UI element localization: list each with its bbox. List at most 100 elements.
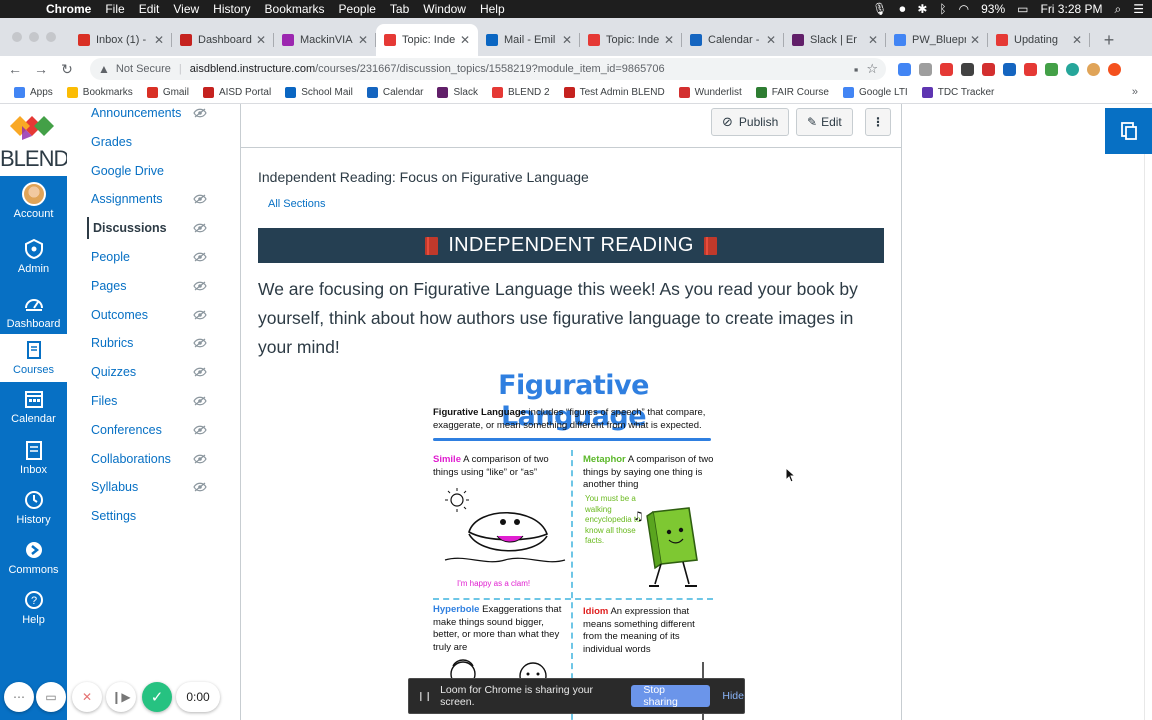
zoom-window-button[interactable] xyxy=(46,32,56,42)
menu-people[interactable]: People xyxy=(339,2,376,16)
bookmark-item[interactable]: Bookmarks xyxy=(66,87,133,98)
nav-dashboard[interactable]: Dashboard xyxy=(0,293,67,330)
puzzle-extension-icon[interactable] xyxy=(1045,62,1058,76)
close-tab-icon[interactable]: ✕ xyxy=(562,33,572,47)
publish-button[interactable]: ⊘ Publish xyxy=(711,108,790,136)
bookmark-item[interactable]: Calendar xyxy=(366,87,423,98)
browser-tab[interactable]: Updating ✕ xyxy=(988,24,1090,56)
bookmark-item[interactable]: Google LTI xyxy=(842,87,908,98)
menu-view[interactable]: View xyxy=(173,2,199,16)
url-text[interactable]: aisdblend.instructure.com/courses/231667… xyxy=(190,63,846,75)
close-tab-icon[interactable]: ✕ xyxy=(460,33,470,47)
bookmark-item[interactable]: Test Admin BLEND xyxy=(563,87,665,98)
battery-icon[interactable]: ▭ xyxy=(1017,2,1028,16)
stop-sharing-button[interactable]: Stop sharing xyxy=(631,684,711,708)
cancel-recording-icon[interactable]: ✕ xyxy=(72,682,102,712)
close-tab-icon[interactable]: ✕ xyxy=(358,33,368,47)
browser-tab[interactable]: MackinVIA ✕ xyxy=(274,24,376,56)
address-bar[interactable]: ▲ Not Secure | aisdblend.instructure.com… xyxy=(90,58,886,80)
tab-extension-icon[interactable] xyxy=(1003,62,1016,76)
loom-extension-icon[interactable] xyxy=(1108,62,1121,76)
course-nav-item[interactable]: People xyxy=(91,250,130,264)
course-nav-item[interactable]: Pages xyxy=(91,279,126,293)
course-nav-item[interactable]: Grades xyxy=(91,135,132,149)
nav-commons[interactable]: Commons xyxy=(0,539,67,576)
menu-window[interactable]: Window xyxy=(423,2,466,16)
cursor-extension-icon[interactable] xyxy=(1024,62,1037,76)
wifi-icon[interactable]: ◠ xyxy=(959,2,969,16)
bookmark-item[interactable]: Slack xyxy=(437,87,478,98)
course-nav-item[interactable]: Rubrics xyxy=(91,336,133,350)
nav-inbox[interactable]: Inbox xyxy=(0,439,67,476)
s-extension-icon[interactable] xyxy=(961,62,974,76)
bookmark-item[interactable]: School Mail xyxy=(285,87,353,98)
hide-button[interactable]: Hide xyxy=(722,690,744,702)
bluetooth-icon[interactable]: ᛒ xyxy=(939,2,946,16)
browser-tab[interactable]: Topic: Inde ✕ xyxy=(580,24,682,56)
nav-admin[interactable]: Admin xyxy=(0,238,67,275)
bookmark-item[interactable]: Apps xyxy=(14,87,53,98)
close-tab-icon[interactable]: ✕ xyxy=(970,33,980,47)
close-tab-icon[interactable]: ✕ xyxy=(868,33,878,47)
course-nav-item[interactable]: Quizzes xyxy=(91,365,136,379)
bookmark-item[interactable]: AISD Portal xyxy=(202,87,271,98)
browser-tab[interactable]: Calendar - ✕ xyxy=(682,24,784,56)
more-options-button[interactable]: ⋮ xyxy=(865,108,891,136)
course-nav-item[interactable]: Outcomes xyxy=(91,308,148,322)
menu-tab[interactable]: Tab xyxy=(390,2,409,16)
close-tab-icon[interactable]: ✕ xyxy=(1072,33,1082,47)
menu-edit[interactable]: Edit xyxy=(139,2,160,16)
record-icon[interactable]: ⏺ xyxy=(899,2,905,17)
minimize-window-button[interactable] xyxy=(29,32,39,42)
bookmark-item[interactable]: FAIR Course xyxy=(755,87,829,98)
microphone-icon[interactable]: 🎙 xyxy=(872,2,887,16)
browser-tab[interactable]: PW_Bluepr ✕ xyxy=(886,24,988,56)
clock[interactable]: Fri 3:28 PM xyxy=(1040,2,1102,16)
close-tab-icon[interactable]: ✕ xyxy=(154,33,164,47)
battery-percent[interactable]: 93% xyxy=(981,2,1005,16)
scrollbar[interactable] xyxy=(1144,154,1152,720)
menu-bookmarks[interactable]: Bookmarks xyxy=(265,2,325,16)
edit-button[interactable]: ✎ Edit xyxy=(796,108,853,136)
course-nav-item[interactable]: Settings xyxy=(91,509,136,523)
course-nav-item[interactable]: Google Drive xyxy=(91,164,164,178)
extension-icon[interactable] xyxy=(919,62,932,76)
bookmark-star-icon[interactable]: ☆ xyxy=(866,61,878,77)
course-nav-item[interactable]: Assignments xyxy=(91,192,163,206)
course-nav-item[interactable]: Collaborations xyxy=(91,452,171,466)
translate-extension-icon[interactable] xyxy=(898,62,911,76)
back-icon[interactable]: ← xyxy=(4,61,26,77)
browser-tab[interactable]: Inbox (1) - ✕ xyxy=(70,24,172,56)
nav-help[interactable]: ? Help xyxy=(0,589,67,626)
sections-link[interactable]: All Sections xyxy=(268,198,325,210)
browser-tab[interactable]: Topic: Inde ✕ xyxy=(376,24,478,56)
close-tab-icon[interactable]: ✕ xyxy=(256,33,266,47)
camera-toggle-icon[interactable]: ▭ xyxy=(36,682,66,712)
bookmark-item[interactable]: Wunderlist xyxy=(678,87,742,98)
control-center-icon[interactable]: ☰ xyxy=(1133,2,1144,16)
close-window-button[interactable] xyxy=(12,32,22,42)
pause-recording-icon[interactable]: ❙▶ xyxy=(106,682,136,712)
profile-avatar-icon[interactable] xyxy=(1087,62,1100,76)
menu-history[interactable]: History xyxy=(213,2,250,16)
browser-tab[interactable]: Dashboard ✕ xyxy=(172,24,274,56)
blend-logo[interactable]: BLEND xyxy=(0,104,69,176)
warning-icon[interactable]: ▲ xyxy=(98,62,110,76)
course-nav-item[interactable]: Discussions xyxy=(87,217,167,240)
browser-tab[interactable]: Mail - Emil ✕ xyxy=(478,24,580,56)
brightness-icon[interactable]: ✱ xyxy=(917,2,927,16)
nav-account[interactable]: Account xyxy=(0,182,67,220)
menu-help[interactable]: Help xyxy=(480,2,505,16)
bookmark-item[interactable]: TDC Tracker xyxy=(921,87,994,98)
more-bookmarks-icon[interactable]: » xyxy=(1132,86,1138,98)
spotlight-icon[interactable]: ⌕ xyxy=(1115,2,1122,17)
nav-calendar[interactable]: Calendar xyxy=(0,388,67,425)
menu-app-name[interactable]: Chrome xyxy=(46,2,91,16)
close-tab-icon[interactable]: ✕ xyxy=(766,33,776,47)
nav-history[interactable]: History xyxy=(0,489,67,526)
finish-recording-icon[interactable]: ✓ xyxy=(142,682,172,712)
reload-icon[interactable]: ↻ xyxy=(56,61,78,78)
forward-icon[interactable]: → xyxy=(30,61,52,77)
bookmark-item[interactable]: Gmail xyxy=(146,87,189,98)
tray-toggle-button[interactable] xyxy=(1105,108,1152,154)
